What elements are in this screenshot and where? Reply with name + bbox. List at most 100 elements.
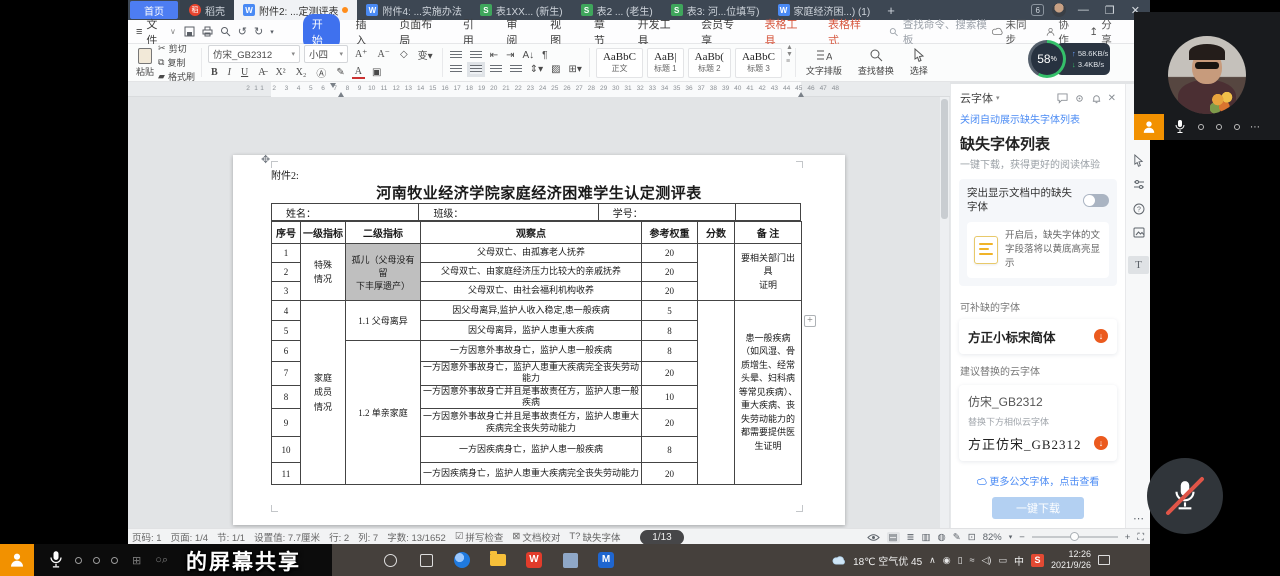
write-view-icon[interactable]: ✎ xyxy=(953,532,961,543)
phone-link-icon[interactable]: ▯ xyxy=(958,555,963,566)
suggest-font-card[interactable]: 仿宋_GB2312 替换下方相似云字体 方正仿宋_GB2312 ↓ xyxy=(959,385,1117,461)
save-icon[interactable] xyxy=(184,26,195,37)
superscript-button[interactable]: X² xyxy=(272,67,288,78)
read-view-icon[interactable]: ▥ xyxy=(921,532,930,543)
cell-remark[interactable]: 要相关部门出具 证明 xyxy=(735,244,802,301)
cell-level2[interactable]: 1.2 单亲家庭 xyxy=(346,341,421,485)
horizontal-ruler[interactable]: 2112345678910111213141516171819202122232… xyxy=(128,82,950,97)
status-item[interactable]: 页码: 1 xyxy=(132,530,162,544)
disable-auto-show-link[interactable]: 关闭自动展示缺失字体列表 xyxy=(951,108,1125,129)
participant-icon[interactable] xyxy=(1134,114,1164,140)
file-explorer-icon[interactable] xyxy=(488,550,508,570)
docs-app-icon[interactable] xyxy=(560,550,580,570)
cell-observation[interactable]: 一方因疾病身亡，监护人患一般疾病 xyxy=(421,437,642,463)
shortcut-badge[interactable]: 6 xyxy=(1031,4,1043,16)
web-view-icon[interactable]: ◍ xyxy=(937,532,945,543)
char-shading-button[interactable]: ▣ xyxy=(369,67,384,78)
cell-observation[interactable]: 一方因意外事故身亡，监护人患一般疾病 xyxy=(421,341,642,362)
cell-seq[interactable]: 8 xyxy=(272,385,301,409)
tray-app-icon[interactable]: ◉ xyxy=(943,555,951,566)
speed-ball-ring[interactable]: 58% xyxy=(1028,40,1066,78)
find-replace-tool[interactable]: 查找替换 xyxy=(850,44,902,81)
cell-score[interactable] xyxy=(698,301,735,485)
ime-indicator[interactable]: 中 xyxy=(1014,553,1024,568)
cell-remark[interactable]: 患一般疾病（如风湿、骨质增生、经常头晕、妇科病等常见疾病）、重大疾病、丧失劳动能… xyxy=(735,301,802,485)
font-size-select[interactable]: 小四▾ xyxy=(304,45,348,63)
underline-button[interactable]: U xyxy=(238,67,251,78)
highlight-toggle[interactable] xyxy=(1083,194,1109,207)
taskbar-clock[interactable]: 12:26 2021/9/26 xyxy=(1051,549,1091,572)
cell-weight[interactable]: 20 xyxy=(642,282,698,301)
name-row-cell[interactable] xyxy=(736,204,800,220)
decrease-indent-icon[interactable]: ⇤ xyxy=(490,50,498,61)
cell-observation[interactable]: 一方因意外事故身亡并且是事故责任方，监护人患重大疾病完全丧失劳动能力 xyxy=(421,409,642,437)
table-insert-handle[interactable]: + xyxy=(804,315,816,327)
download-badge-icon[interactable]: ↓ xyxy=(1094,329,1108,343)
speed-monitor-overlay[interactable]: ↑ 58.6KB/s ↓ 3.4KB/s 58% xyxy=(1028,40,1112,78)
mic-icon[interactable] xyxy=(1174,119,1186,135)
table-header-cell[interactable]: 序号 xyxy=(272,222,301,244)
fixable-font-card[interactable]: 方正小标宋简体 ↓ xyxy=(959,319,1117,354)
cell-weight[interactable]: 20 xyxy=(642,362,698,386)
cell-weight[interactable]: 20 xyxy=(642,463,698,485)
status-item[interactable]: 设置值: 7.7厘米 xyxy=(254,530,320,544)
text-tool-icon[interactable]: T xyxy=(1128,256,1149,274)
table-header-cell[interactable]: 分数 xyxy=(698,222,735,244)
wps-icon[interactable]: W xyxy=(524,550,544,570)
cell-level2[interactable]: 孤儿（父母没有留 下丰厚遗产） xyxy=(346,244,421,301)
cell-seq[interactable]: 9 xyxy=(272,409,301,437)
cut-button[interactable]: ✂剪切 xyxy=(158,42,195,55)
cell-observation[interactable]: 父母双亡、由孤寡老人抚养 xyxy=(421,244,642,263)
font-color-button[interactable]: A xyxy=(352,66,365,79)
cell-seq[interactable]: 3 xyxy=(272,282,301,301)
cell-observation[interactable]: 父母双亡、由家庭经济压力比较大的亲戚抚养 xyxy=(421,263,642,282)
browser-icon[interactable] xyxy=(452,550,472,570)
table-header-cell[interactable]: 观察点 xyxy=(421,222,642,244)
phonetic-guide-button[interactable]: Ⓐ xyxy=(313,65,329,80)
table-header-cell[interactable]: 二级指标 xyxy=(346,222,421,244)
subscript-button[interactable]: X₂ xyxy=(293,67,310,78)
gear-icon[interactable] xyxy=(1074,93,1085,104)
status-item[interactable]: 节: 1/1 xyxy=(217,530,245,544)
scrollbar-thumb[interactable] xyxy=(941,99,948,219)
tray-expand-icon[interactable]: ∧ xyxy=(929,555,936,566)
cell-seq[interactable]: 5 xyxy=(272,321,301,341)
bell-icon[interactable] xyxy=(1091,93,1102,104)
minimize-button[interactable]: — xyxy=(1074,4,1093,16)
weather-temp[interactable]: 18℃ 空气优 45 xyxy=(853,553,922,568)
more-options-icon[interactable]: ⋯ xyxy=(1250,122,1261,133)
document-page[interactable]: ✥ 附件2: 河南牧业经济学院家庭经济困难学生认定测评表 姓名：班级：学号： 序… xyxy=(233,155,845,525)
document-canvas[interactable]: ✥ 附件2: 河南牧业经济学院家庭经济困难学生认定测评表 姓名：班级：学号： 序… xyxy=(128,97,950,528)
name-class-id-row[interactable]: 姓名：班级：学号： xyxy=(271,203,801,221)
cell-seq[interactable]: 11 xyxy=(272,463,301,485)
copy-button[interactable]: ⧉复制 xyxy=(158,56,195,69)
align-center-icon[interactable] xyxy=(470,65,482,74)
more-tools-icon[interactable]: ⋯ xyxy=(1126,512,1150,525)
volume-icon[interactable]: ◁) xyxy=(982,555,992,566)
paste-button[interactable]: 粘贴 xyxy=(132,46,158,79)
text-layout-tool[interactable]: A 文字排版 xyxy=(798,44,850,81)
adjust-tool-icon[interactable] xyxy=(1126,179,1150,193)
print-icon[interactable] xyxy=(202,26,213,37)
align-right-icon[interactable] xyxy=(490,65,502,74)
download-all-button[interactable]: 一键下载 xyxy=(992,497,1084,519)
status-check-2[interactable]: ⊠文档校对 xyxy=(512,530,560,544)
panel-title-dropdown[interactable]: 云字体 xyxy=(960,90,993,106)
cell-weight[interactable]: 5 xyxy=(642,301,698,321)
cell-level1[interactable]: 家庭 成员 情况 xyxy=(301,301,346,485)
name-row-cell[interactable]: 班级： xyxy=(419,204,598,220)
maximize-button[interactable]: ❐ xyxy=(1101,4,1119,17)
fit-page-icon[interactable]: ⊡ xyxy=(968,532,976,543)
justify-icon[interactable] xyxy=(510,65,522,74)
download-badge-icon[interactable]: ↓ xyxy=(1094,436,1108,450)
app-m-icon[interactable]: M xyxy=(596,550,616,570)
zoom-out-button[interactable]: − xyxy=(1019,532,1025,543)
cell-weight[interactable]: 8 xyxy=(642,321,698,341)
style-item[interactable]: AaB|标题 1 xyxy=(647,48,684,78)
cell-level1[interactable]: 特殊 情况 xyxy=(301,244,346,301)
weather-cloud-icon[interactable] xyxy=(832,556,846,565)
line-spacing-icon[interactable]: ⇕▾ xyxy=(530,64,543,75)
sogou-ime-icon[interactable]: S xyxy=(1031,554,1044,567)
cell-observation[interactable]: 因父母离异，监护人患重大疾病 xyxy=(421,321,642,341)
cell-observation[interactable]: 因父母离异,监护人收入稳定,患一般疾病 xyxy=(421,301,642,321)
